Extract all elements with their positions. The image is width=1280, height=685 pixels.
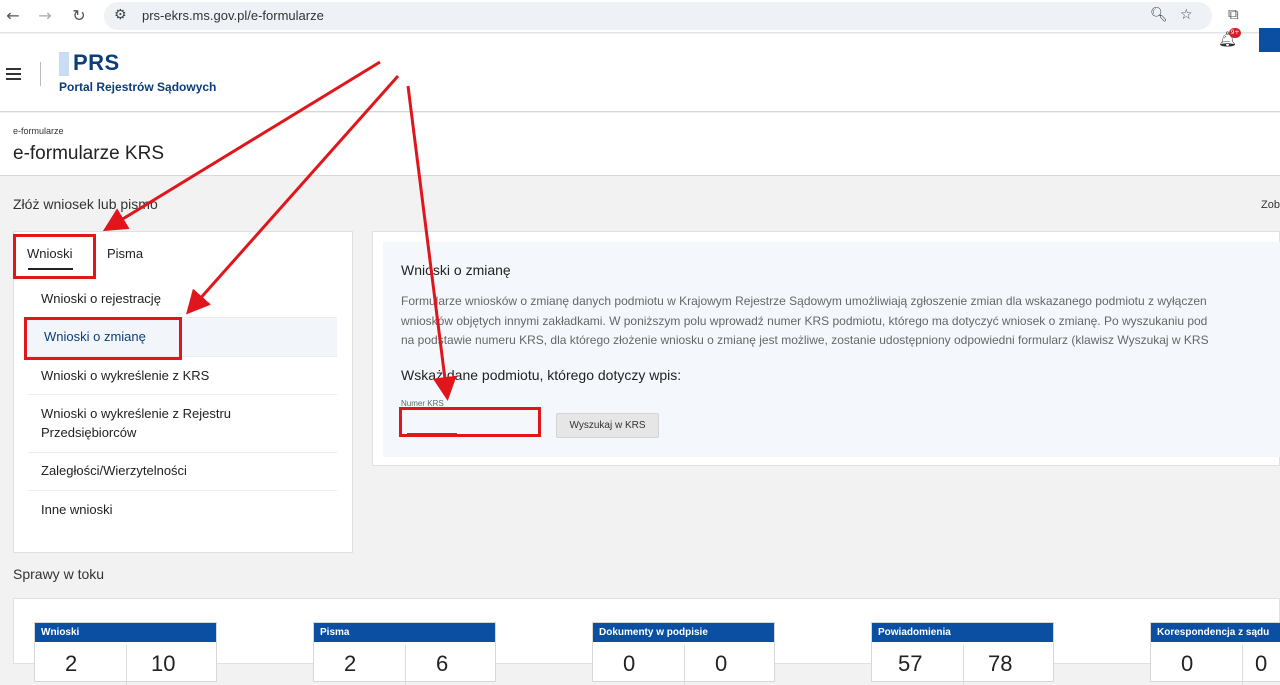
case-card-label: Pisma bbox=[314, 623, 495, 642]
menu-item-wykreslenie-krs[interactable]: Wnioski o wykreślenie z KRS bbox=[41, 366, 337, 385]
tab-pisma[interactable]: Pisma bbox=[107, 246, 143, 261]
card-divider bbox=[126, 645, 127, 685]
page-title: e-formularze KRS bbox=[13, 143, 164, 164]
card-divider bbox=[684, 645, 685, 685]
case-card-korespondencja[interactable]: Korespondencja z sądu 0 0 bbox=[1150, 622, 1280, 685]
extensions-icon[interactable]: ⧉ bbox=[1228, 5, 1239, 23]
site-header: PRS Portal Rejestrów Sądowych bbox=[0, 34, 1280, 112]
content-description: Formularze wniosków o zmianę danych podm… bbox=[401, 292, 1280, 351]
bookmark-star-icon[interactable]: ☆ bbox=[1180, 7, 1193, 23]
case-card-count: 0 bbox=[1255, 651, 1268, 676]
logo-subtitle[interactable]: Portal Rejestrów Sądowych bbox=[59, 80, 216, 94]
annotation-box-input bbox=[399, 407, 541, 437]
case-card-label: Wnioski bbox=[35, 623, 216, 642]
logo-accent bbox=[59, 52, 69, 76]
content-title: Wnioski o zmianę bbox=[401, 262, 511, 278]
zoom-icon[interactable]: 🔍︎ bbox=[1150, 7, 1168, 23]
reload-icon[interactable]: ↻ bbox=[68, 5, 90, 27]
annotation-box-menu bbox=[24, 317, 182, 360]
logo-title[interactable]: PRS bbox=[73, 50, 120, 76]
request-type-panel: Wnioski Pisma Wnioski o rejestrację Wnio… bbox=[13, 231, 353, 553]
annotation-box-tab bbox=[13, 234, 96, 279]
account-button[interactable] bbox=[1259, 28, 1280, 52]
card-divider bbox=[963, 645, 964, 685]
case-card-count: 0 bbox=[1181, 651, 1194, 676]
case-card-dokumenty[interactable]: Dokumenty w podpisie 0 0 bbox=[592, 622, 775, 685]
back-icon[interactable]: ← bbox=[2, 5, 24, 27]
case-card-wnioski[interactable]: Wnioski 2 10 bbox=[34, 622, 217, 685]
menu-separator bbox=[28, 452, 337, 453]
menu-item-wykreslenie-rp[interactable]: Wnioski o wykreślenie z Rejestru Przedsi… bbox=[41, 404, 261, 442]
card-divider bbox=[405, 645, 406, 685]
case-card-count: 6 bbox=[436, 651, 449, 676]
menu-item-zaleglosci[interactable]: Zaległości/Wierzytelności bbox=[41, 461, 337, 480]
browser-toolbar: ← → ↻ ⚙ prs-ekrs.ms.gov.pl/e-formularze … bbox=[0, 0, 1280, 33]
breadcrumb[interactable]: e-formularze bbox=[13, 126, 64, 136]
side-link[interactable]: Zoba bbox=[1261, 199, 1280, 211]
section-title: Złóż wniosek lub pismo bbox=[13, 196, 158, 212]
case-card-count: 0 bbox=[715, 651, 728, 676]
case-card-count: 10 bbox=[151, 651, 176, 676]
address-bar[interactable]: ⚙ prs-ekrs.ms.gov.pl/e-formularze 🔍︎ ☆ bbox=[104, 2, 1212, 30]
cases-title: Sprawy w toku bbox=[13, 566, 105, 582]
menu-item-inne[interactable]: Inne wnioski bbox=[41, 500, 337, 519]
case-card-count: 2 bbox=[344, 651, 357, 676]
case-card-count: 2 bbox=[65, 651, 78, 676]
search-krs-button[interactable]: Wyszukaj w KRS bbox=[556, 413, 659, 438]
case-card-powiadomienia[interactable]: Powiadomienia 57 78 bbox=[871, 622, 1054, 685]
menu-item-rejestracja[interactable]: Wnioski o rejestrację bbox=[41, 289, 337, 308]
case-card-count: 0 bbox=[623, 651, 636, 676]
forward-icon[interactable]: → bbox=[34, 5, 56, 27]
case-card-count: 57 bbox=[898, 651, 923, 676]
notification-badge: 9+ bbox=[1229, 28, 1241, 38]
case-card-label: Korespondencja z sądu bbox=[1151, 623, 1280, 642]
case-card-label: Powiadomienia bbox=[872, 623, 1053, 642]
menu-separator bbox=[28, 490, 337, 491]
description-line: Formularze wniosków o zmianę danych podm… bbox=[401, 294, 1207, 308]
header-divider bbox=[40, 62, 41, 86]
case-card-label: Dokumenty w podpisie bbox=[593, 623, 774, 642]
menu-separator bbox=[28, 394, 337, 395]
entity-subtitle: Wskaż dane podmiotu, którego dotyczy wpi… bbox=[401, 367, 682, 383]
description-line: wniosków objętych innymi zakładkami. W p… bbox=[401, 313, 1208, 328]
description-line: na podstawie numeru KRS, dla którego zło… bbox=[401, 333, 1209, 347]
case-card-count: 78 bbox=[988, 651, 1013, 676]
hamburger-menu-icon[interactable] bbox=[6, 68, 21, 80]
card-divider bbox=[1242, 645, 1243, 685]
case-card-pisma[interactable]: Pisma 2 6 bbox=[313, 622, 496, 685]
page-title-bar: e-formularze e-formularze KRS bbox=[0, 113, 1280, 176]
url-text[interactable]: prs-ekrs.ms.gov.pl/e-formularze bbox=[142, 8, 324, 23]
cases-panel: Wnioski 2 10 Pisma 2 6 Dokumenty w podpi… bbox=[13, 598, 1280, 685]
site-info-icon[interactable]: ⚙ bbox=[114, 7, 127, 23]
